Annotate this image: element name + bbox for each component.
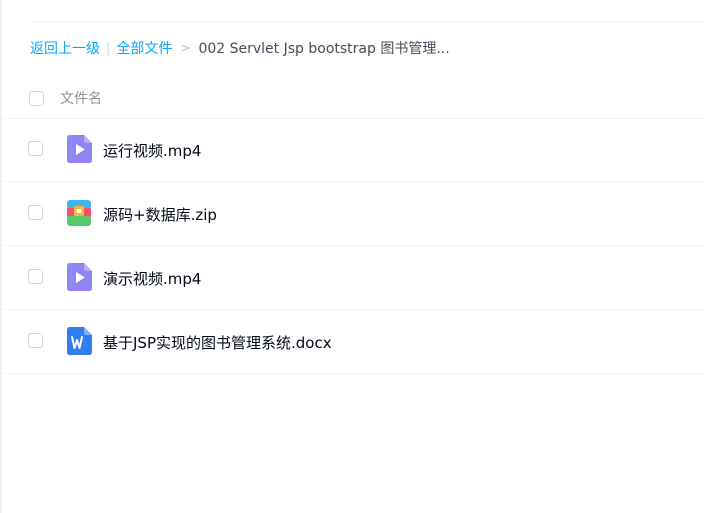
- file-list: 运行视频.mp4 源码+数据库.zip 演示视频.mp4 基于JSP实现的图书管…: [0, 118, 704, 374]
- file-name[interactable]: 源码+数据库.zip: [103, 204, 217, 225]
- file-name[interactable]: 运行视频.mp4: [103, 140, 201, 161]
- back-link[interactable]: 返回上一级: [30, 38, 100, 58]
- zip-archive-icon: [67, 200, 91, 226]
- filename-column-header[interactable]: 文件名: [60, 88, 102, 108]
- file-checkbox[interactable]: [28, 269, 43, 284]
- top-divider: [32, 21, 704, 22]
- file-checkbox[interactable]: [28, 205, 43, 220]
- file-checkbox[interactable]: [28, 333, 43, 348]
- list-header: 文件名: [0, 80, 704, 119]
- all-files-link[interactable]: 全部文件: [116, 38, 172, 58]
- file-checkbox[interactable]: [28, 141, 43, 156]
- file-row[interactable]: 基于JSP实现的图书管理系统.docx: [0, 310, 704, 374]
- breadcrumb-separator: |: [106, 40, 111, 56]
- video-file-icon: [67, 135, 92, 163]
- video-file-icon: [67, 263, 92, 291]
- current-folder-label: 002 Servlet Jsp bootstrap 图书管理...: [198, 41, 450, 57]
- breadcrumb-arrow: >: [180, 41, 191, 55]
- select-all-checkbox[interactable]: [29, 91, 44, 106]
- file-row[interactable]: 运行视频.mp4: [0, 118, 704, 182]
- file-browser-page: 返回上一级 | 全部文件 > 002 Servlet Jsp bootstrap…: [0, 0, 704, 513]
- file-row[interactable]: 演示视频.mp4: [0, 246, 704, 310]
- breadcrumb: 返回上一级 | 全部文件 > 002 Servlet Jsp bootstrap…: [30, 38, 450, 58]
- file-name[interactable]: 演示视频.mp4: [103, 268, 201, 289]
- file-row[interactable]: 源码+数据库.zip: [0, 182, 704, 246]
- word-document-icon: [67, 327, 92, 355]
- file-name[interactable]: 基于JSP实现的图书管理系统.docx: [103, 332, 332, 353]
